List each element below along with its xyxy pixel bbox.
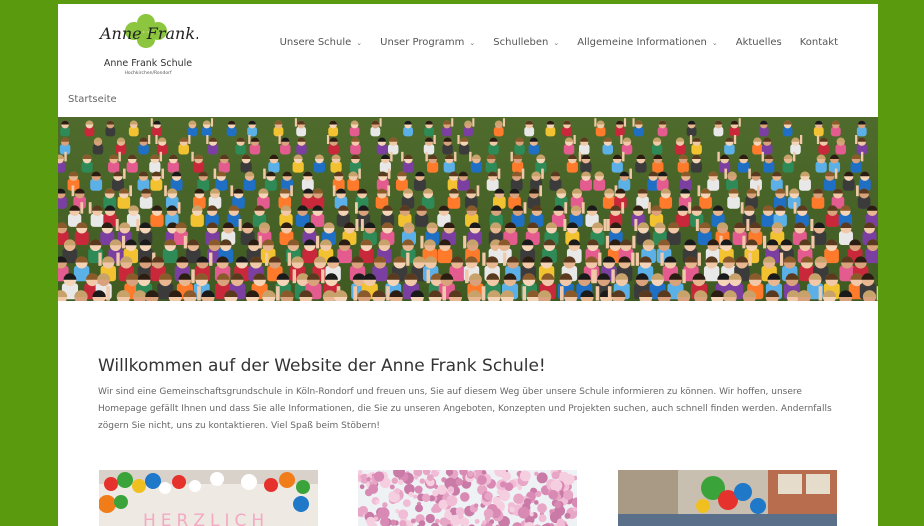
breadcrumb[interactable]: Startseite [68,94,117,105]
nav-unser-programm[interactable]: Unser Programm ⌄ [380,37,475,48]
main-nav: Unsere Schule ⌄ Unser Programm ⌄ Schullebe… [280,37,838,48]
tile-sign-text: HERZLICH [143,511,269,526]
logo-script-text: Anne Frank. [98,24,198,43]
hero-crowd-photo [58,117,878,301]
logo-subtitle: Hochkirchen/Rondorf [124,71,172,76]
chevron-down-icon: ⌄ [356,38,363,47]
blossom-tree-photo [358,470,577,526]
nav-kontakt[interactable]: Kontakt [800,37,838,48]
chevron-down-icon: ⌄ [469,38,476,47]
classroom-decoration-photo [618,470,837,526]
logo-clover-icon: Anne Frank. [98,14,198,48]
teaser-tile-classroom[interactable] [618,470,837,526]
nav-aktuelles[interactable]: Aktuelles [736,37,782,48]
chevron-down-icon: ⌄ [711,38,718,47]
intro-paragraph: Wir sind eine Gemeinschaftsgrundschule i… [98,387,832,431]
page-container: Anne Frank. Anne Frank Schule Hochkirche… [58,4,878,526]
hero-image [58,117,878,301]
nav-unsere-schule[interactable]: Unsere Schule ⌄ [280,37,363,48]
logo-name: Anne Frank Schule [103,58,193,69]
nav-allgemeine-informationen[interactable]: Allgemeine Informationen ⌄ [577,37,718,48]
main-content: Willkommen auf der Website der Anne Fran… [98,356,838,435]
chevron-down-icon: ⌄ [553,38,560,47]
teaser-tile-welcome[interactable]: HERZLICH [99,470,318,526]
page-title: Willkommen auf der Website der Anne Fran… [98,356,546,376]
nav-schulleben[interactable]: Schulleben ⌄ [493,37,559,48]
teaser-tile-blossom[interactable] [358,470,577,526]
site-logo[interactable]: Anne Frank. Anne Frank Schule Hochkirche… [98,10,198,76]
welcome-balloons-photo: HERZLICH [99,470,318,526]
